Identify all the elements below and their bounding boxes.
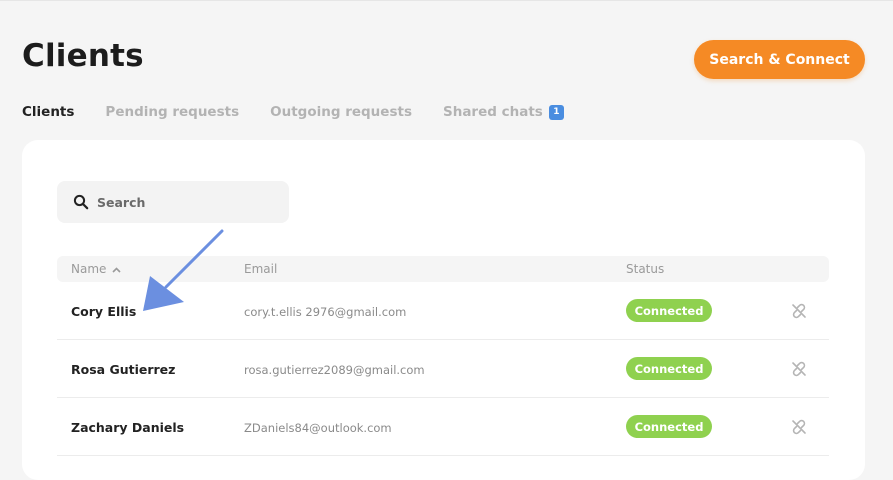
status-badge: Connected bbox=[626, 415, 712, 438]
tab-label: Clients bbox=[22, 104, 75, 120]
tab-clients[interactable]: Clients bbox=[22, 104, 74, 120]
tab-outgoing-requests[interactable]: Outgoing requests bbox=[270, 104, 412, 120]
column-header-name[interactable]: Name bbox=[71, 262, 121, 276]
column-header-label: Status bbox=[626, 262, 665, 276]
unlink-icon[interactable] bbox=[790, 302, 808, 320]
table-row[interactable]: Cory Ellis cory.t.ellis 2976@gmail.com C… bbox=[57, 282, 829, 340]
table-row[interactable]: Zachary Daniels ZDaniels84@outlook.com C… bbox=[57, 398, 829, 456]
table-row[interactable]: Rosa Gutierrez rosa.gutierrez2089@gmail.… bbox=[57, 340, 829, 398]
search-box[interactable] bbox=[57, 181, 289, 223]
search-and-connect-button[interactable]: Search & Connect bbox=[694, 40, 865, 79]
page-title: Clients bbox=[22, 38, 144, 74]
tab-label: Outgoing requests bbox=[270, 104, 412, 120]
client-name: Zachary Daniels bbox=[71, 420, 185, 435]
clients-card: Name Email Status Cory Ellis cory.t.elli… bbox=[22, 140, 865, 480]
top-divider bbox=[0, 0, 893, 1]
status-badge: Connected bbox=[626, 299, 712, 322]
column-header-label: Email bbox=[244, 262, 278, 276]
unlink-icon[interactable] bbox=[790, 418, 808, 436]
unlink-icon[interactable] bbox=[790, 360, 808, 378]
column-header-status: Status bbox=[626, 262, 664, 276]
status-badge: Connected bbox=[626, 357, 712, 380]
tab-label: Shared chats bbox=[442, 104, 543, 120]
tab-pending-requests[interactable]: Pending requests bbox=[105, 104, 239, 120]
search-input[interactable] bbox=[97, 194, 277, 210]
chevron-up-icon bbox=[112, 262, 121, 276]
tab-shared-chats[interactable]: Shared chats 1 bbox=[443, 104, 564, 120]
tab-bar: Clients Pending requests Outgoing reques… bbox=[22, 104, 595, 120]
column-header-email: Email bbox=[244, 262, 277, 276]
client-email: ZDaniels84@outlook.com bbox=[244, 421, 392, 435]
shared-chats-count-badge: 1 bbox=[548, 104, 564, 120]
tab-label: Pending requests bbox=[105, 104, 240, 120]
client-email: rosa.gutierrez2089@gmail.com bbox=[244, 363, 425, 377]
column-header-label: Name bbox=[71, 262, 107, 276]
client-email: cory.t.ellis 2976@gmail.com bbox=[244, 305, 407, 319]
search-icon bbox=[73, 194, 89, 210]
client-name: Cory Ellis bbox=[71, 304, 137, 319]
client-name: Rosa Gutierrez bbox=[71, 362, 176, 377]
table-header: Name Email Status bbox=[57, 256, 829, 282]
